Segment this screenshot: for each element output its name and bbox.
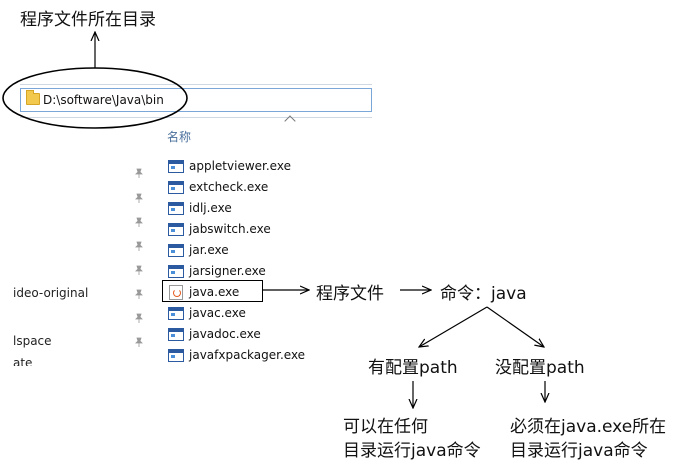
arrow-to-configured [419,306,488,347]
arrow-to-not-configured [486,306,544,347]
diagram-connectors [2,0,682,464]
address-ellipse [2,67,188,129]
